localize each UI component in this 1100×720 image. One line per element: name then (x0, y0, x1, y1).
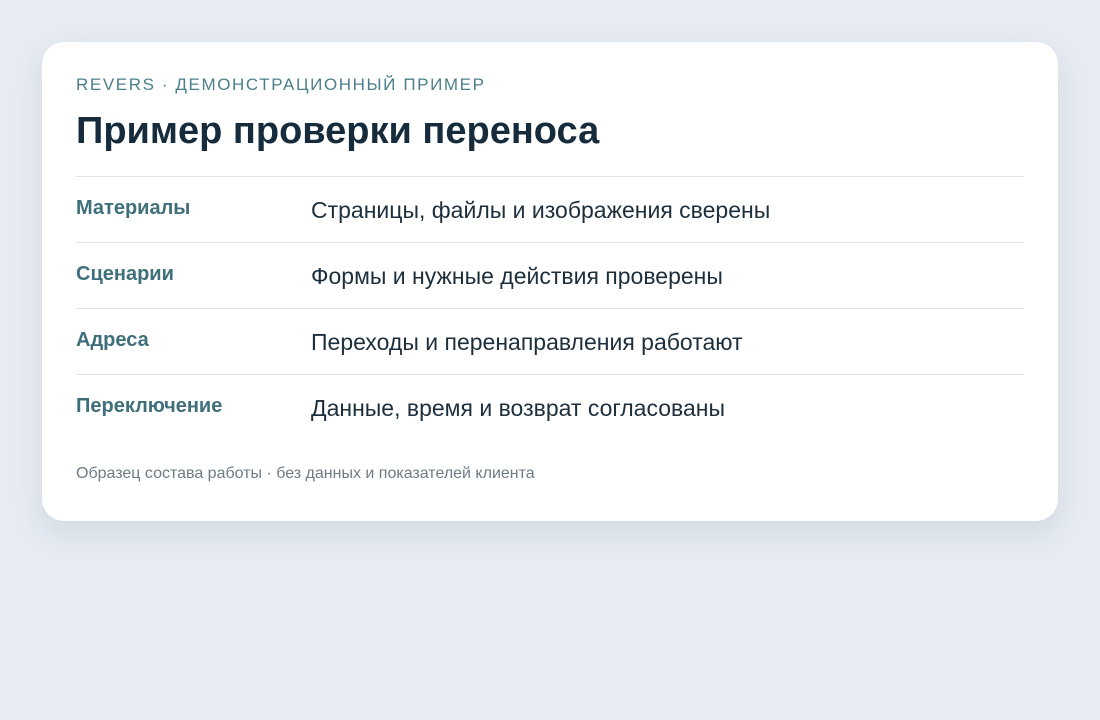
checklist-row-materials: Материалы Страницы, файлы и изображения … (76, 177, 1024, 243)
checklist-row-scenarios: Сценарии Формы и нужные действия провере… (76, 243, 1024, 309)
row-value: Данные, время и возврат согласованы (311, 395, 726, 421)
row-value: Страницы, файлы и изображения сверены (311, 197, 771, 223)
page-title: Пример проверки переноса (76, 110, 600, 152)
row-label: Материалы (76, 197, 191, 219)
row-label: Переключение (76, 395, 223, 417)
eyebrow-label: REVERS · ДЕМОНСТРАЦИОННЫЙ ПРИМЕР (76, 75, 486, 94)
row-value: Переходы и перенаправления работают (311, 329, 743, 355)
row-value: Формы и нужные действия проверены (311, 263, 723, 289)
row-label: Сценарии (76, 263, 174, 285)
checklist-row-switchover: Переключение Данные, время и возврат сог… (76, 375, 1024, 441)
checklist-card: REVERS · ДЕМОНСТРАЦИОННЫЙ ПРИМЕР Пример … (42, 42, 1058, 521)
footnote: Образец состава работы · без данных и по… (76, 465, 535, 482)
checklist-row-addresses: Адреса Переходы и перенаправления работа… (76, 309, 1024, 375)
checklist-table: Материалы Страницы, файлы и изображения … (76, 176, 1024, 441)
row-label: Адреса (76, 329, 149, 351)
